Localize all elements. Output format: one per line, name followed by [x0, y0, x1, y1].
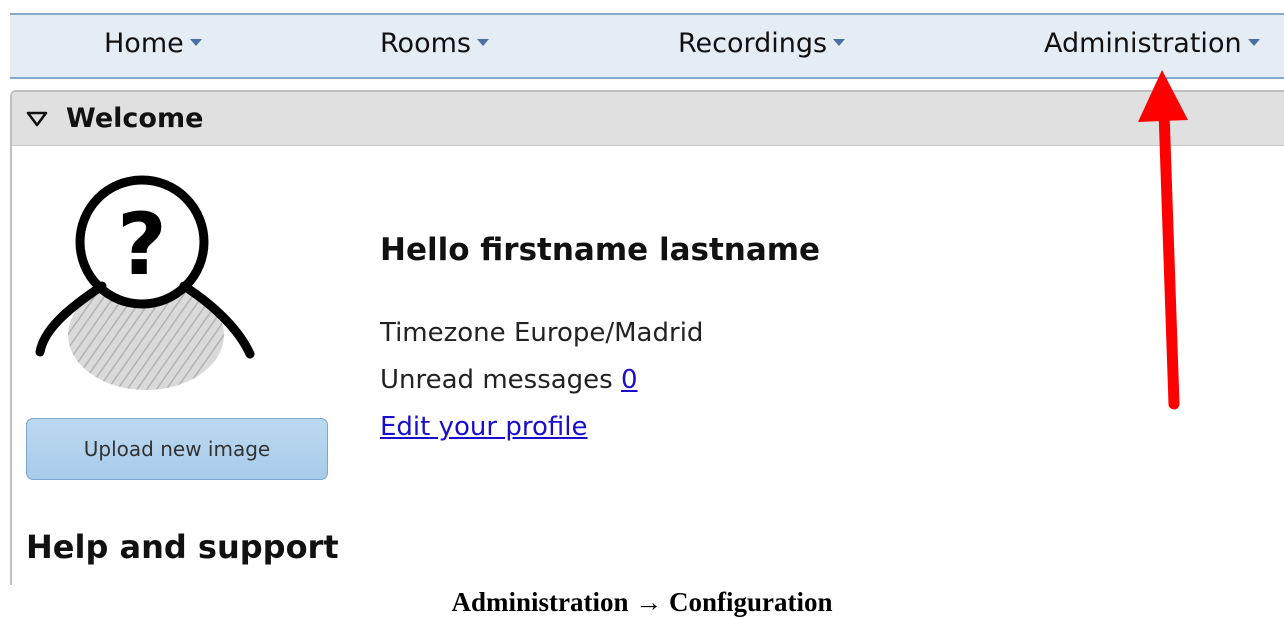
avatar-placeholder-icon: ?	[35, 175, 255, 390]
welcome-panel-header[interactable]: Welcome	[12, 92, 1284, 146]
upload-new-image-button[interactable]: Upload new image	[26, 418, 328, 480]
nav-item-administration[interactable]: Administration	[1044, 28, 1260, 60]
nav-item-home-label: Home	[104, 28, 184, 59]
caption-to: Configuration	[669, 587, 833, 617]
welcome-panel-title: Welcome	[66, 103, 204, 134]
unread-messages-line: Unread messages 0	[380, 364, 638, 396]
help-and-support-heading: Help and support	[26, 528, 339, 566]
red-annotation-arrow	[1138, 70, 1188, 410]
nav-item-rooms[interactable]: Rooms	[380, 28, 489, 60]
edit-profile-link[interactable]: Edit your profile	[380, 411, 587, 443]
caret-down-icon	[476, 39, 489, 46]
unread-messages-label: Unread messages	[380, 365, 613, 395]
timezone-label: Timezone	[380, 318, 506, 348]
greeting-heading: Hello firstname lastname	[380, 232, 821, 268]
caret-down-icon	[1247, 39, 1260, 46]
svg-text:?: ?	[117, 195, 167, 295]
screen: Home Rooms Recordings Administration Wel…	[0, 0, 1284, 619]
caption: Administration → Configuration	[0, 586, 1284, 619]
timezone-line: Timezone Europe/Madrid	[380, 317, 703, 349]
nav-item-recordings[interactable]: Recordings	[678, 28, 846, 60]
collapse-triangle-icon[interactable]	[26, 110, 48, 128]
unread-messages-count-link[interactable]: 0	[621, 365, 638, 395]
caret-down-icon	[189, 39, 202, 46]
nav-item-recordings-label: Recordings	[678, 28, 828, 59]
caption-from: Administration	[451, 587, 629, 617]
nav-item-home[interactable]: Home	[104, 28, 202, 60]
timezone-value: Europe/Madrid	[513, 318, 704, 348]
nav-item-administration-label: Administration	[1044, 28, 1242, 59]
caret-down-icon	[833, 39, 846, 46]
top-navbar: Home Rooms Recordings Administration	[10, 13, 1284, 79]
caption-arrow: →	[635, 587, 663, 617]
nav-item-rooms-label: Rooms	[380, 28, 471, 59]
